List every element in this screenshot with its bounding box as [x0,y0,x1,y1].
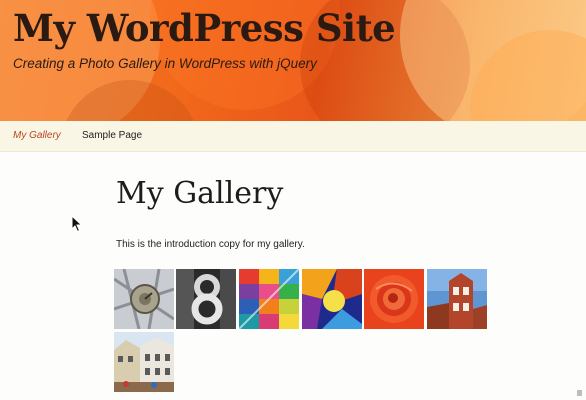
clock-sculpture-image [114,269,174,329]
mouse-cursor-icon [71,215,83,233]
brick-tower-image [427,269,487,329]
nav-item-sample-page[interactable]: Sample Page [82,121,142,151]
gallery-thumbnail-rose[interactable] [364,269,424,329]
gallery-thumbnail-eight[interactable] [176,269,236,329]
gallery-thumbnail-clock[interactable] [114,269,174,329]
page-title: My Gallery [116,176,284,211]
main-navigation: My Gallery Sample Page [0,121,586,152]
scrollbar-fragment[interactable] [577,390,582,396]
red-rose-image [364,269,424,329]
gallery-thumbnail-tower[interactable] [427,269,487,329]
gallery-thumbnail-abstract[interactable] [302,269,362,329]
number-eight-image [176,269,236,329]
gallery-thumbnail-colors[interactable] [239,269,299,329]
site-header: My WordPress Site Creating a Photo Galle… [0,0,586,121]
street-buildings-image [114,332,174,392]
intro-text: This is the introduction copy for my gal… [116,239,305,250]
site-title[interactable]: My WordPress Site [13,6,396,50]
gallery-thumbnail-street[interactable] [114,332,174,392]
nav-item-my-gallery[interactable]: My Gallery [13,121,61,151]
color-grid-image [239,269,299,329]
site-description: Creating a Photo Gallery in WordPress wi… [13,56,317,71]
abstract-art-image [302,269,362,329]
